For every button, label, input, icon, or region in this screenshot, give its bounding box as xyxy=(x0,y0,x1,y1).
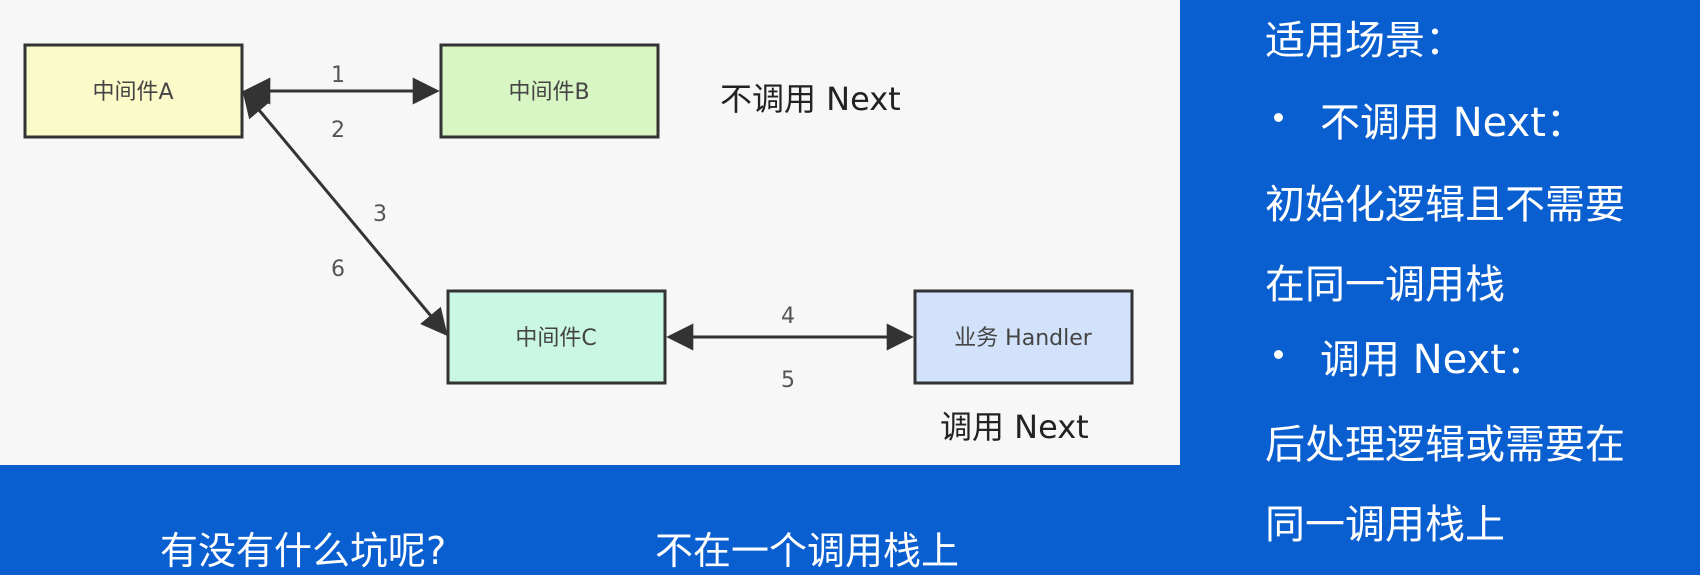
scenario-call-next-line: 后处理逻辑或需要在 xyxy=(1265,422,1625,468)
edge-a-c-arrow xyxy=(242,89,448,337)
node-middleware-a-label: 中间件A xyxy=(92,80,173,105)
node-business-handler: 业务 Handler xyxy=(913,289,1134,385)
edge-a-c-label-3: 3 xyxy=(373,202,387,227)
bullet-dot-icon xyxy=(1274,113,1283,122)
scenario-call-next-heading: 调用 Next： xyxy=(1320,337,1546,383)
caption-no-next: 不调用 Next xyxy=(720,80,901,118)
scenario-no-next-line: 在同一调用栈 xyxy=(1265,262,1505,308)
node-middleware-b: 中间件B xyxy=(439,43,660,139)
node-business-handler-label: 业务 Handler xyxy=(954,326,1093,351)
edge-a-b-label-2: 2 xyxy=(331,118,345,143)
slide: 中间件A 中间件B 中间件C 业务 Handler 1 2 3 6 4 5 不调… xyxy=(0,0,1700,573)
middleware-flow-diagram: 中间件A 中间件B 中间件C 业务 Handler 1 2 3 6 4 5 不调… xyxy=(23,43,1134,446)
node-middleware-b-label: 中间件B xyxy=(508,80,589,105)
caption-call-next: 调用 Next xyxy=(940,408,1089,446)
bottom-answer: 不在一个调用栈上 xyxy=(655,529,960,573)
usage-scenarios-panel: 适用场景： 不调用 Next： 初始化逻辑且不需要 在同一调用栈 调用 Next… xyxy=(1180,0,1700,570)
bullet-dot-icon xyxy=(1274,350,1283,359)
node-middleware-a: 中间件A xyxy=(23,43,244,139)
node-middleware-c-label: 中间件C xyxy=(515,326,596,351)
edge-c-handler-label-4: 4 xyxy=(781,304,795,329)
edge-a-c-label-6: 6 xyxy=(331,257,345,282)
edge-c-handler-label-5: 5 xyxy=(781,368,795,393)
diagram-panel: 中间件A 中间件B 中间件C 业务 Handler 1 2 3 6 4 5 不调… xyxy=(0,0,1180,465)
edge-a-b-label-1: 1 xyxy=(331,63,345,88)
bottom-question: 有没有什么坑呢? xyxy=(160,529,447,573)
scenario-call-next-line: 同一调用栈上 xyxy=(1265,502,1505,548)
node-middleware-c: 中间件C xyxy=(446,289,667,385)
usage-scenarios-title: 适用场景： xyxy=(1265,18,1465,64)
scenario-no-next-line: 初始化逻辑且不需要 xyxy=(1265,182,1625,228)
scenario-no-next-heading: 不调用 Next： xyxy=(1320,100,1586,146)
